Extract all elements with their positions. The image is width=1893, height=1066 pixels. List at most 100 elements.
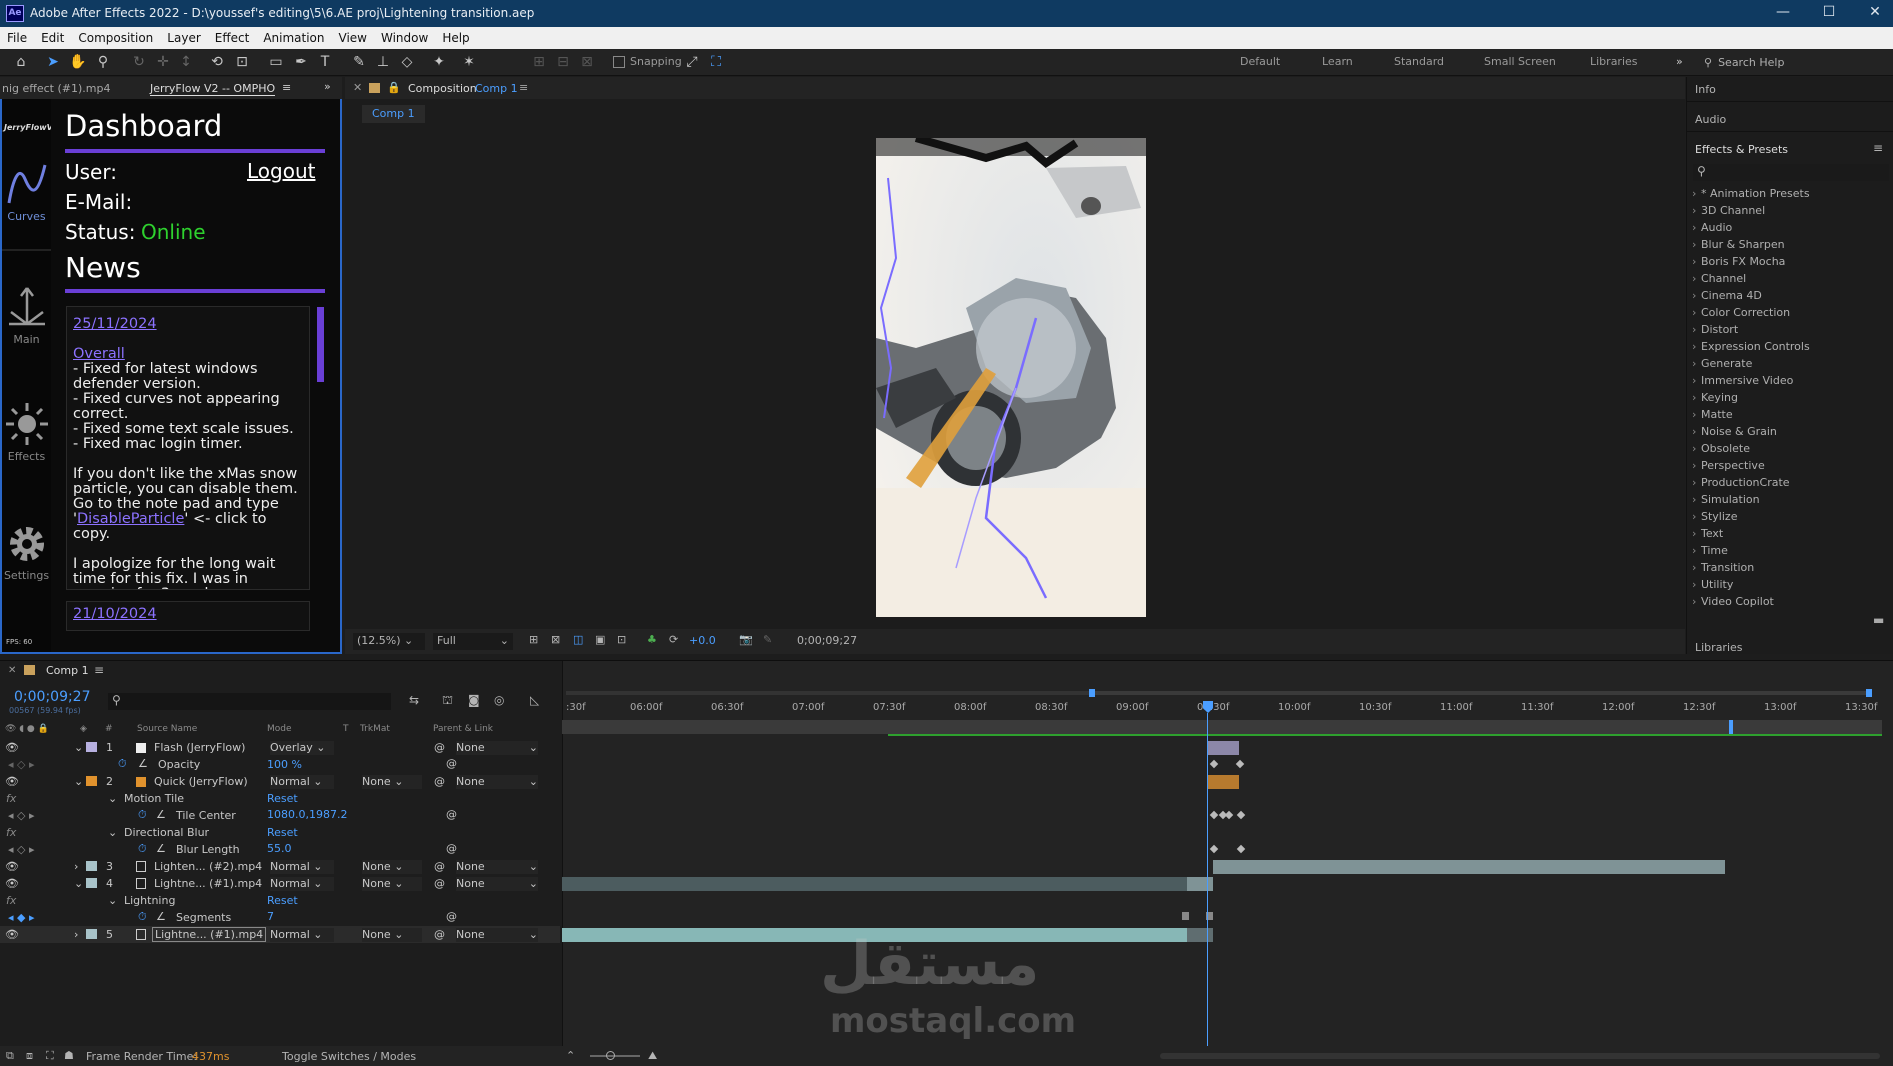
visibility-eye-icon[interactable]: 👁 bbox=[5, 741, 19, 754]
work-area-bar[interactable] bbox=[562, 720, 1882, 734]
lock-icon[interactable]: 🔒 bbox=[387, 81, 401, 94]
workspace-libraries[interactable]: Libraries bbox=[1590, 55, 1638, 68]
workspace-small-screen[interactable]: Small Screen bbox=[1484, 55, 1556, 68]
layer-row[interactable]: 👁 ⌄ 2 Quick (JerryFlow) Normal ⌄ None ⌄ … bbox=[0, 773, 560, 790]
graph-editor-icon[interactable]: ◺ bbox=[530, 693, 539, 707]
expand-chevron-icon[interactable]: ⌄ bbox=[74, 877, 83, 890]
mode-header[interactable]: Mode bbox=[267, 724, 292, 734]
frame-blending-icon[interactable]: ◎ bbox=[494, 693, 504, 707]
effects-category[interactable]: Noise & Grain bbox=[1689, 423, 1889, 440]
stopwatch-icon[interactable]: ⏱ bbox=[138, 808, 147, 822]
effects-category[interactable]: Immersive Video bbox=[1689, 372, 1889, 389]
panel-menu-icon[interactable]: ≡ bbox=[282, 81, 291, 94]
news-feed[interactable]: 25/11/2024 Overall - Fixed for latest wi… bbox=[66, 306, 310, 590]
workspace-overflow-icon[interactable]: » bbox=[1676, 55, 1683, 68]
layer-bar-lightning-5-end[interactable] bbox=[1187, 928, 1213, 942]
work-area-end-marker[interactable] bbox=[1729, 720, 1733, 734]
close-tab-icon[interactable]: ✕ bbox=[8, 665, 16, 676]
sidebar-item-settings[interactable]: Settings bbox=[2, 522, 51, 582]
visibility-eye-icon[interactable]: 👁 bbox=[5, 877, 19, 890]
hand-tool-icon[interactable]: ✋ bbox=[67, 52, 89, 72]
pickwhip-icon[interactable]: @ bbox=[434, 928, 445, 941]
expand-chevron-icon[interactable]: ⌄ bbox=[74, 775, 83, 788]
libraries-panel-tab[interactable]: Libraries bbox=[1695, 641, 1743, 654]
fx-icon[interactable]: fx bbox=[6, 792, 16, 805]
snapshot-icon[interactable]: 📷 bbox=[739, 633, 753, 646]
shy-layers-icon[interactable]: ◙ bbox=[468, 693, 480, 707]
effects-category[interactable]: Generate bbox=[1689, 355, 1889, 372]
pickwhip-icon[interactable]: @ bbox=[446, 757, 457, 770]
fx-icon[interactable]: fx bbox=[6, 826, 16, 839]
panel-menu-icon[interactable]: ≡ bbox=[519, 81, 528, 94]
label-color-swatch[interactable] bbox=[86, 861, 97, 871]
news-heading-overall[interactable]: Overall bbox=[73, 346, 125, 362]
expand-chevron-icon[interactable]: › bbox=[74, 928, 78, 941]
panel-overflow-icon[interactable]: » bbox=[324, 80, 331, 93]
orbit-tool-icon[interactable]: ↻ bbox=[128, 52, 150, 72]
effects-category[interactable]: Keying bbox=[1689, 389, 1889, 406]
current-time-indicator[interactable] bbox=[1207, 713, 1208, 1046]
time-ruler[interactable]: :30f 06:00f 06:30f 07:00f 07:30f 08:00f … bbox=[566, 699, 1886, 719]
effect-row[interactable]: fx ⌄ Motion Tile Reset bbox=[0, 790, 560, 807]
effects-category[interactable]: Cinema 4D bbox=[1689, 287, 1889, 304]
effects-category[interactable]: Matte bbox=[1689, 406, 1889, 423]
viewer-timecode[interactable]: 0;00;09;27 bbox=[797, 634, 857, 647]
roto-brush-icon[interactable]: ✦ bbox=[428, 52, 450, 72]
rectangle-tool-icon[interactable]: ▭ bbox=[265, 52, 287, 72]
layer-bar-lightning-1-selected[interactable] bbox=[1187, 877, 1213, 891]
label-color-swatch[interactable] bbox=[86, 742, 97, 752]
work-area-start-handle[interactable] bbox=[1089, 689, 1095, 697]
effects-category[interactable]: Perspective bbox=[1689, 457, 1889, 474]
keyframe-nav-icon[interactable]: ◂ ◆ ▸ bbox=[8, 911, 35, 924]
expand-chevron-icon[interactable]: ⌄ bbox=[74, 741, 83, 754]
zoom-dropdown[interactable]: (12.5%) ⌄ bbox=[353, 633, 425, 650]
effects-category[interactable]: Blur & Sharpen bbox=[1689, 236, 1889, 253]
grid-toggle-icon[interactable]: ⊞ bbox=[529, 633, 538, 646]
eraser-tool-icon[interactable]: ◇ bbox=[396, 52, 418, 72]
menu-help[interactable]: Help bbox=[435, 27, 476, 45]
layer-name[interactable]: Lightne... (#1).mp4 bbox=[154, 877, 262, 890]
menu-composition[interactable]: Composition bbox=[71, 27, 160, 45]
layer-bar-lightning-1[interactable] bbox=[562, 877, 1187, 891]
brush-tool-icon[interactable]: ✎ bbox=[348, 52, 370, 72]
blend-mode-dropdown[interactable]: Normal ⌄ bbox=[270, 928, 334, 942]
reset-exposure-icon[interactable]: ⟳ bbox=[669, 633, 678, 646]
property-value[interactable]: 100 % bbox=[267, 758, 302, 771]
menu-effect[interactable]: Effect bbox=[208, 27, 257, 45]
guides-icon[interactable]: ⊡ bbox=[617, 633, 626, 646]
property-value[interactable]: 55.0 bbox=[267, 842, 292, 855]
effects-category[interactable]: Color Correction bbox=[1689, 304, 1889, 321]
label-color-swatch[interactable] bbox=[86, 929, 97, 939]
graph-icon[interactable]: ∠ bbox=[156, 808, 166, 821]
layer-bar-lightning-2[interactable] bbox=[1213, 860, 1725, 874]
property-row[interactable]: ◂ ◇ ▸ ⏱ ∠ Tile Center 1080.0,1987.2 @ bbox=[0, 807, 560, 824]
parent-dropdown[interactable]: None ⌄ bbox=[456, 775, 538, 789]
stopwatch-icon[interactable]: ⏱ bbox=[118, 757, 127, 771]
layer-row[interactable]: 👁 ⌄ 1 Flash (JerryFlow) Overlay ⌄ @ None… bbox=[0, 739, 560, 756]
graph-icon[interactable]: ∠ bbox=[156, 910, 166, 923]
news-scrollbar[interactable] bbox=[317, 307, 324, 382]
effects-category[interactable]: Audio bbox=[1689, 219, 1889, 236]
show-snapshot-icon[interactable]: ✎ bbox=[763, 633, 772, 646]
tab-jerryflow[interactable]: JerryFlow V2 -- OMPHO bbox=[150, 82, 276, 96]
parent-dropdown[interactable]: None ⌄ bbox=[456, 860, 538, 874]
work-area-range[interactable] bbox=[1089, 691, 1872, 695]
parent-dropdown[interactable]: None ⌄ bbox=[456, 877, 538, 891]
panel-menu-icon[interactable]: ≡ bbox=[94, 663, 104, 677]
comp-mini-flowchart-icon[interactable]: ⇆ bbox=[409, 693, 419, 707]
disable-particle-link[interactable]: DisableParticle bbox=[77, 511, 184, 527]
minimize-button[interactable]: — bbox=[1760, 0, 1806, 27]
effects-category[interactable]: Time bbox=[1689, 542, 1889, 559]
close-button[interactable]: ✕ bbox=[1852, 0, 1893, 27]
workspace-learn[interactable]: Learn bbox=[1322, 55, 1353, 68]
effects-category[interactable]: Boris FX Mocha bbox=[1689, 253, 1889, 270]
expand-chevron-icon[interactable]: › bbox=[74, 860, 78, 873]
effects-category[interactable]: 3D Channel bbox=[1689, 202, 1889, 219]
expand-chevron-icon[interactable]: ⌄ bbox=[108, 826, 117, 839]
effects-presets-title[interactable]: Effects & Presets bbox=[1695, 143, 1788, 156]
close-tab-icon[interactable]: ✕ bbox=[353, 81, 362, 94]
stopwatch-icon[interactable]: ⏱ bbox=[138, 842, 147, 856]
align-tool-3-icon[interactable]: ⊠ bbox=[576, 52, 598, 72]
keyframe-nav-icon[interactable]: ◂ ◇ ▸ bbox=[8, 843, 35, 856]
graph-icon[interactable]: ∠ bbox=[156, 842, 166, 855]
